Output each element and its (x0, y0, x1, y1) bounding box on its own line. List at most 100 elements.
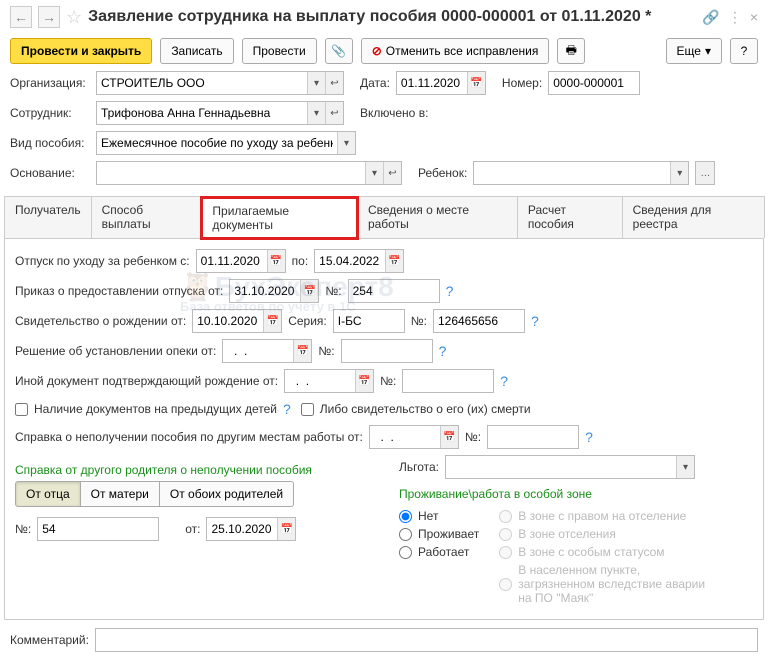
leave-to-cal-button[interactable]: 📅 (385, 250, 403, 272)
nav-back-button[interactable]: ← (10, 6, 32, 28)
zone-mayak-label: В населенном пункте, загрязненном вследс… (518, 563, 718, 605)
attach-button[interactable]: 📎 (325, 38, 353, 64)
menu-icon[interactable]: ⋮ (728, 9, 742, 26)
order-help-icon[interactable]: ? (446, 283, 454, 299)
otherdoc-date-input[interactable] (285, 370, 355, 392)
window-title: Заявление сотрудника на выплату пособия … (88, 8, 696, 26)
tab-workplace-info[interactable]: Сведения о месте работы (357, 196, 518, 238)
close-icon[interactable]: × (750, 9, 758, 26)
basis-input[interactable] (97, 162, 365, 184)
birthcert-num-label: №: (411, 314, 427, 328)
otherdoc-help-icon[interactable]: ? (500, 373, 508, 389)
comment-label: Комментарий: (10, 633, 89, 647)
date-calendar-button[interactable]: 📅 (467, 72, 485, 94)
birthcert-series-input[interactable] (334, 310, 404, 332)
tab-recipient[interactable]: Получатель (4, 196, 92, 238)
child-input[interactable] (474, 162, 670, 184)
prev-children-help-icon[interactable]: ? (283, 401, 291, 417)
nav-forward-button[interactable]: → (38, 6, 60, 28)
birthcert-help-icon[interactable]: ? (531, 313, 539, 329)
birthcert-num-input[interactable] (434, 310, 524, 332)
leave-from-cal-button[interactable]: 📅 (267, 250, 285, 272)
benefit-label: Вид пособия: (10, 136, 90, 150)
zone-lives-radio[interactable] (399, 528, 412, 541)
zone-mayak-radio (499, 578, 512, 591)
noreceipt-label: Справка о неполучении пособия по другим … (15, 430, 363, 444)
order-date-cal-button[interactable]: 📅 (300, 280, 318, 302)
tab-payment-method[interactable]: Способ выплаты (91, 196, 203, 238)
order-label: Приказ о предоставлении отпуска от: (15, 284, 223, 298)
basis-dropdown-button[interactable]: ▾ (365, 162, 383, 184)
parent-cert-title: Справка от другого родителя о неполучени… (15, 463, 369, 477)
noreceipt-num-input[interactable] (488, 426, 578, 448)
zone-special-label: В зоне с особым статусом (518, 545, 664, 559)
order-date-input[interactable] (230, 280, 300, 302)
zone-resettle-right-radio (499, 510, 512, 523)
benefit-input[interactable] (97, 132, 337, 154)
birthcert-date-cal-button[interactable]: 📅 (263, 310, 281, 332)
tab-attached-docs[interactable]: Прилагаемые документы (201, 197, 358, 239)
cancel-corrections-button[interactable]: ⊘ Отменить все исправления (361, 38, 550, 64)
zone-none-radio[interactable] (399, 510, 412, 523)
post-button[interactable]: Провести (242, 38, 317, 64)
otherdoc-label: Иной документ подтверждающий рождение от… (15, 374, 278, 388)
link-icon[interactable]: 🔗 (702, 9, 719, 26)
otherdoc-date-cal-button[interactable]: 📅 (355, 370, 373, 392)
date-input[interactable] (397, 72, 467, 94)
order-num-input[interactable] (349, 280, 439, 302)
guardianship-date-input[interactable] (223, 340, 293, 362)
death-cert-checkbox[interactable] (301, 403, 314, 416)
org-dropdown-button[interactable]: ▾ (307, 72, 325, 94)
zone-resettle-label: В зоне отселения (518, 527, 616, 541)
leave-from-label: Отпуск по уходу за ребенком с: (15, 254, 190, 268)
parent-num-input[interactable] (38, 518, 158, 540)
favorite-star-icon[interactable]: ☆ (66, 7, 82, 28)
zone-resettle-right-label: В зоне с правом на отселение (518, 509, 686, 523)
tab-registry-info[interactable]: Сведения для реестра (622, 196, 765, 238)
child-dropdown-button[interactable]: ▾ (670, 162, 688, 184)
otherdoc-num-input[interactable] (403, 370, 493, 392)
from-mother-button[interactable]: От матери (80, 481, 160, 507)
birthcert-series-label: Серия: (288, 314, 327, 328)
prev-children-label: Наличие документов на предыдущих детей (34, 402, 277, 416)
num-label: Номер: (502, 76, 542, 90)
parent-date-cal-button[interactable]: 📅 (277, 518, 295, 540)
from-both-button[interactable]: От обоих родителей (159, 481, 294, 507)
benefit-dropdown-button[interactable]: ▾ (337, 132, 355, 154)
guardianship-date-cal-button[interactable]: 📅 (293, 340, 311, 362)
noreceipt-help-icon[interactable]: ? (585, 429, 593, 445)
child-more-button[interactable]: … (696, 162, 714, 184)
guardianship-help-icon[interactable]: ? (439, 343, 447, 359)
death-cert-label: Либо свидетельство о его (их) смерти (320, 402, 531, 416)
basis-label: Основание: (10, 166, 90, 180)
leave-to-input[interactable] (315, 250, 385, 272)
privilege-input[interactable] (446, 456, 676, 478)
basis-open-button[interactable]: ↩ (383, 162, 401, 184)
noreceipt-date-input[interactable] (370, 426, 440, 448)
comment-input[interactable] (96, 629, 757, 651)
emp-label: Сотрудник: (10, 106, 90, 120)
guardianship-num-input[interactable] (342, 340, 432, 362)
emp-dropdown-button[interactable]: ▾ (307, 102, 325, 124)
emp-open-button[interactable]: ↩ (325, 102, 343, 124)
privilege-dropdown-button[interactable]: ▾ (676, 456, 694, 478)
parent-date-input[interactable] (207, 518, 277, 540)
noreceipt-date-cal-button[interactable]: 📅 (440, 426, 458, 448)
birthcert-date-input[interactable] (193, 310, 263, 332)
from-father-button[interactable]: От отца (15, 481, 81, 507)
tab-calc[interactable]: Расчет пособия (517, 196, 623, 238)
org-input[interactable] (97, 72, 307, 94)
noreceipt-num-label: №: (465, 430, 481, 444)
zone-works-radio[interactable] (399, 546, 412, 559)
org-open-button[interactable]: ↩ (325, 72, 343, 94)
parent-date-label: от: (185, 522, 200, 536)
more-button[interactable]: Еще ▾ (666, 38, 722, 64)
emp-input[interactable] (97, 102, 307, 124)
save-button[interactable]: Записать (160, 38, 233, 64)
num-input[interactable] (549, 72, 639, 94)
prev-children-checkbox[interactable] (15, 403, 28, 416)
print-button[interactable]: 🖶 (557, 38, 585, 64)
help-button[interactable]: ? (730, 38, 758, 64)
post-and-close-button[interactable]: Провести и закрыть (10, 38, 152, 64)
leave-from-input[interactable] (197, 250, 267, 272)
